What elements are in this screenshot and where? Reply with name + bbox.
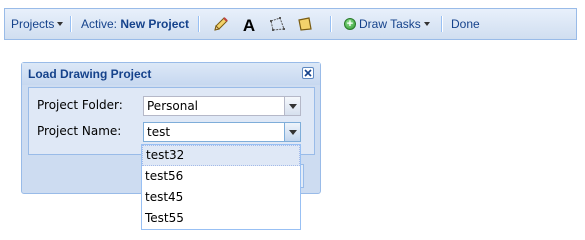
project-name-dropdown: test32 test56 test45 Test55 <box>141 144 301 230</box>
dropdown-option[interactable]: test56 <box>142 166 300 187</box>
draw-tasks-label: Draw Tasks <box>359 17 421 31</box>
dialog-title: Load Drawing Project <box>28 67 152 81</box>
active-label: Active: <box>81 17 118 31</box>
dialog-header[interactable]: Load Drawing Project <box>22 63 320 85</box>
main-toolbar: Projects Active: New Project A + Draw Tas… <box>4 8 577 40</box>
toolbar-separator <box>70 16 72 32</box>
toolbar-separator <box>330 16 332 32</box>
active-project-name: New Project <box>120 17 190 31</box>
active-project-display: Active: New Project <box>81 9 189 39</box>
add-circle-icon: + <box>344 17 356 30</box>
chevron-down-icon <box>289 130 297 135</box>
done-button[interactable]: Done <box>451 9 480 39</box>
chevron-down-icon <box>57 21 64 26</box>
toolbar-separator <box>198 16 200 32</box>
close-button[interactable] <box>302 67 314 79</box>
polygon-icon[interactable] <box>268 15 286 33</box>
dropdown-option[interactable]: Test55 <box>142 208 300 229</box>
project-folder-label: Project Folder: <box>37 98 123 112</box>
chevron-down-icon <box>289 104 297 109</box>
text-icon[interactable]: A <box>240 15 258 33</box>
dropdown-option[interactable]: test45 <box>142 187 300 208</box>
polygon-fill-icon[interactable] <box>296 15 314 33</box>
chevron-down-icon <box>423 21 430 26</box>
project-folder-select[interactable]: Personal <box>143 96 301 116</box>
project-folder-trigger[interactable] <box>284 96 301 116</box>
project-name-value: test <box>147 125 171 139</box>
svg-text:A: A <box>243 16 255 33</box>
dropdown-option[interactable]: test32 <box>142 145 300 166</box>
project-name-trigger[interactable] <box>284 122 301 142</box>
pencil-icon[interactable] <box>212 15 230 33</box>
project-folder-value: Personal <box>147 99 199 113</box>
done-label: Done <box>451 17 480 31</box>
toolbar-separator <box>441 16 443 32</box>
projects-menu-label: Projects <box>11 17 55 31</box>
draw-tasks-menu-button[interactable]: + Draw Tasks <box>344 9 430 39</box>
project-name-select[interactable]: test <box>143 122 301 142</box>
projects-menu-button[interactable]: Projects <box>11 9 64 39</box>
project-name-label: Project Name: <box>37 124 122 138</box>
close-icon <box>304 69 312 77</box>
